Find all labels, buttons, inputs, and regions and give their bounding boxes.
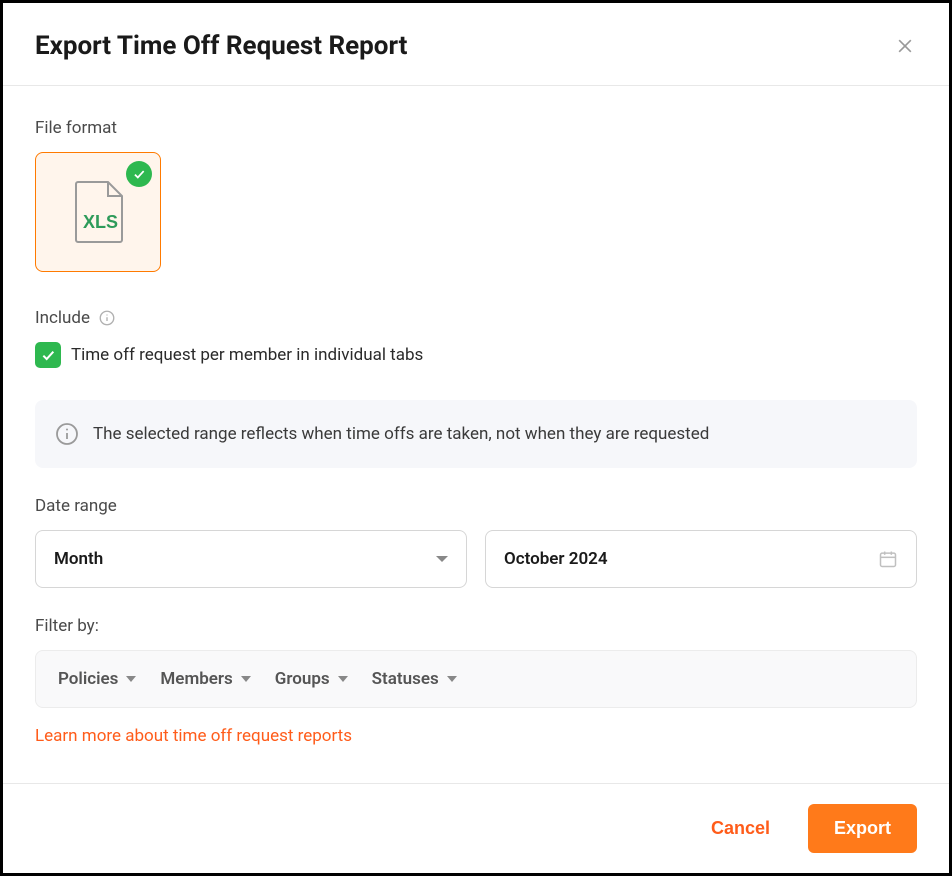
date-value-text: October 2024 bbox=[504, 549, 608, 569]
xls-file-icon: XLS bbox=[72, 180, 124, 244]
date-value-picker[interactable]: October 2024 bbox=[485, 530, 917, 588]
check-icon bbox=[40, 347, 56, 363]
cancel-button[interactable]: Cancel bbox=[693, 804, 788, 853]
include-label-text: Include bbox=[35, 308, 90, 328]
caret-down-icon bbox=[241, 676, 251, 682]
caret-down-icon bbox=[126, 676, 136, 682]
svg-text:XLS: XLS bbox=[83, 212, 118, 232]
selected-check-icon bbox=[126, 161, 152, 187]
filter-members[interactable]: Members bbox=[160, 669, 250, 689]
date-range-label: Date range bbox=[35, 496, 917, 516]
date-granularity-select[interactable]: Month bbox=[35, 530, 467, 588]
include-label: Include bbox=[35, 308, 917, 328]
close-button[interactable] bbox=[893, 34, 917, 58]
export-button[interactable]: Export bbox=[808, 804, 917, 853]
date-granularity-value: Month bbox=[54, 549, 103, 569]
filter-statuses-label: Statuses bbox=[372, 669, 439, 689]
modal-body: File format XLS Include Time off request… bbox=[3, 86, 949, 783]
info-banner: The selected range reflects when time of… bbox=[35, 400, 917, 468]
filter-groups-label: Groups bbox=[275, 669, 330, 689]
date-range-row: Month October 2024 bbox=[35, 530, 917, 588]
file-format-option-xls[interactable]: XLS bbox=[35, 152, 161, 272]
info-icon[interactable] bbox=[98, 309, 116, 327]
file-format-label: File format bbox=[35, 118, 917, 138]
modal-footer: Cancel Export bbox=[3, 783, 949, 873]
filter-groups[interactable]: Groups bbox=[275, 669, 348, 689]
close-icon bbox=[895, 36, 915, 56]
include-checkbox[interactable] bbox=[35, 342, 61, 368]
info-icon bbox=[55, 422, 79, 446]
modal-title: Export Time Off Request Report bbox=[35, 31, 407, 61]
include-option-label: Time off request per member in individua… bbox=[71, 345, 423, 365]
learn-more-link[interactable]: Learn more about time off request report… bbox=[35, 726, 352, 746]
include-option-row: Time off request per member in individua… bbox=[35, 342, 917, 368]
filter-bar: Policies Members Groups Statuses bbox=[35, 650, 917, 708]
modal-header: Export Time Off Request Report bbox=[3, 3, 949, 86]
calendar-icon bbox=[878, 549, 898, 569]
caret-down-icon bbox=[447, 676, 457, 682]
filter-policies-label: Policies bbox=[58, 669, 118, 689]
caret-down-icon bbox=[338, 676, 348, 682]
filter-statuses[interactable]: Statuses bbox=[372, 669, 457, 689]
filter-by-label: Filter by: bbox=[35, 616, 917, 636]
filter-members-label: Members bbox=[160, 669, 232, 689]
info-banner-text: The selected range reflects when time of… bbox=[93, 424, 709, 444]
filter-policies[interactable]: Policies bbox=[58, 669, 136, 689]
caret-down-icon bbox=[436, 556, 448, 562]
